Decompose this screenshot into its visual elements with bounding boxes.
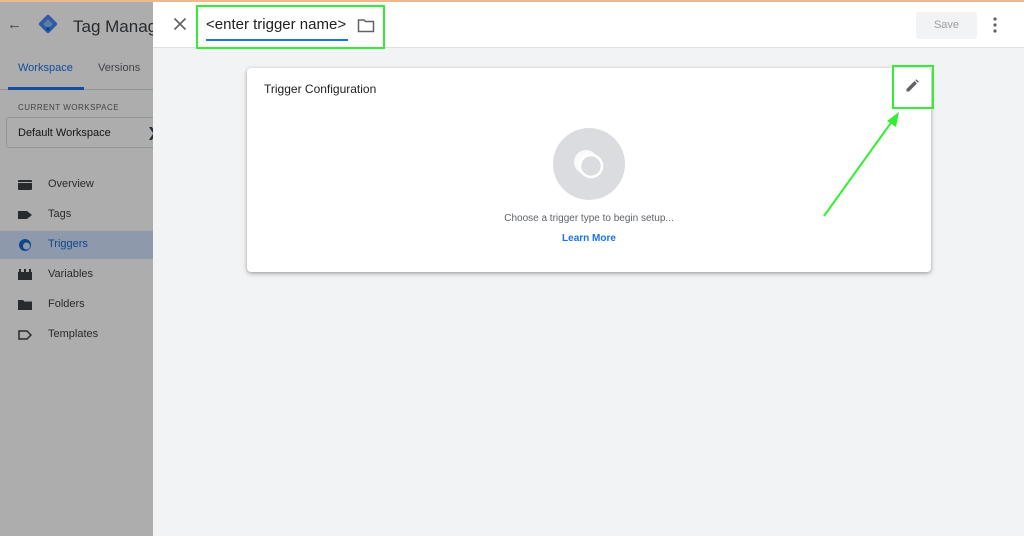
- trigger-icon: [574, 150, 604, 179]
- modal-scrim[interactable]: [0, 2, 153, 536]
- empty-state-text: Choose a trigger type to begin setup...: [504, 213, 674, 224]
- highlight-box-edit: [892, 65, 934, 109]
- learn-more-link[interactable]: Learn More: [247, 233, 931, 244]
- save-button[interactable]: Save: [916, 12, 977, 39]
- trigger-type-placeholder[interactable]: [553, 128, 625, 200]
- top-border: [0, 0, 1024, 2]
- highlight-box-trigger-name: [196, 5, 385, 49]
- trigger-editor-panel: <enter trigger name> Save Trigger Config…: [153, 2, 1024, 536]
- editor-toolbar: <enter trigger name> Save: [153, 2, 1024, 49]
- trigger-configuration-card[interactable]: Trigger Configuration Choose a trigger t…: [247, 68, 931, 272]
- more-vert-icon[interactable]: [991, 16, 999, 34]
- card-title: Trigger Configuration: [264, 82, 377, 96]
- close-icon[interactable]: [170, 14, 190, 34]
